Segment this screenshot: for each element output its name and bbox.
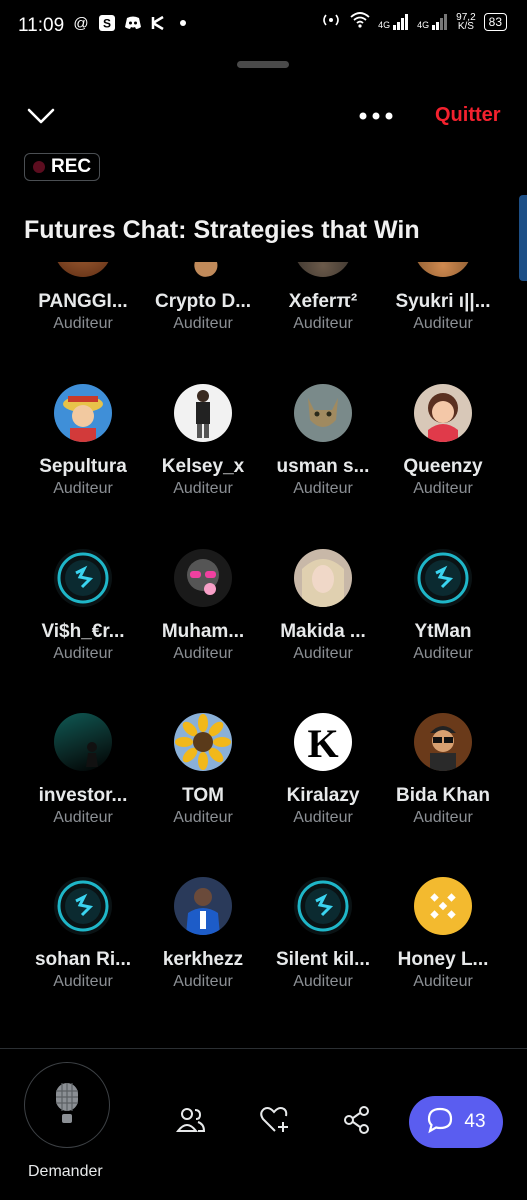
quit-button[interactable]: Quitter xyxy=(435,104,501,127)
participant-role: Auditeur xyxy=(53,973,113,990)
avatar xyxy=(294,262,352,277)
record-dot-icon xyxy=(33,161,45,173)
chat-count: 43 xyxy=(464,1111,486,1132)
participant-name: PANGGI... xyxy=(38,291,128,312)
drag-handle[interactable] xyxy=(237,61,289,68)
avatar xyxy=(414,877,472,935)
battery-indicator: 83 xyxy=(483,12,507,31)
participant-name: Makida ... xyxy=(280,621,366,642)
discord-icon xyxy=(124,14,142,32)
participant-role: Auditeur xyxy=(413,645,473,662)
avatar xyxy=(174,877,232,935)
avatar xyxy=(174,549,232,607)
status-time: 11:09 xyxy=(18,15,65,36)
participant-role: Auditeur xyxy=(173,973,233,990)
more-options-icon[interactable] xyxy=(358,108,396,124)
request-mic-button[interactable] xyxy=(24,1062,110,1148)
avatar xyxy=(294,384,352,442)
notification-dot-icon xyxy=(180,20,186,26)
participant-role: Auditeur xyxy=(293,480,353,497)
avatar xyxy=(54,384,112,442)
participant-name: YtMan xyxy=(414,621,472,642)
avatar xyxy=(54,713,112,771)
participant-name: TOM xyxy=(182,785,224,806)
participant-name: kerkhezz xyxy=(162,949,244,970)
signal-1-icon: 4G xyxy=(378,13,409,30)
participant-name: usman s... xyxy=(276,456,370,477)
wifi-icon xyxy=(350,12,370,31)
people-icon[interactable] xyxy=(175,1105,206,1135)
bottom-divider xyxy=(0,1048,527,1049)
svg-text:S: S xyxy=(103,17,111,31)
space-title: Futures Chat: Strategies that Win xyxy=(24,216,420,244)
participant-name: Bida Khan xyxy=(396,785,490,806)
participant-name: Xeferπ² xyxy=(288,291,358,312)
participant-name: investor... xyxy=(38,785,128,806)
participants-grid: PANGGI... Auditeur Crypto D... Auditeur … xyxy=(0,262,527,1044)
participant-role: Auditeur xyxy=(293,315,353,332)
participant-role: Auditeur xyxy=(53,315,113,332)
svg-text:K: K xyxy=(307,721,338,766)
participant-role: Auditeur xyxy=(53,480,113,497)
participant-name: Muham... xyxy=(161,621,245,642)
avatar xyxy=(414,384,472,442)
avatar xyxy=(54,549,112,607)
participant-role: Auditeur xyxy=(53,645,113,662)
avatar xyxy=(54,877,112,935)
chevron-down-icon[interactable] xyxy=(26,104,56,128)
heart-plus-icon[interactable] xyxy=(259,1105,289,1135)
recording-badge: REC xyxy=(24,153,101,181)
participant-name: Syukri ı||... xyxy=(395,291,491,312)
participant-role: Auditeur xyxy=(173,315,233,332)
space-screen: 11:09 @ S 4G 4G 97,2 K/S 83 Quitter REC … xyxy=(0,0,527,1200)
participant-name: Crypto D... xyxy=(154,291,252,312)
s-app-icon: S xyxy=(98,14,116,32)
avatar xyxy=(174,262,232,277)
avatar xyxy=(294,877,352,935)
participant-role: Auditeur xyxy=(293,645,353,662)
at-icon: @ xyxy=(73,14,89,32)
chat-bubble-icon xyxy=(426,1106,454,1139)
avatar: K xyxy=(294,713,352,771)
participant-name: Sepultura xyxy=(39,456,127,477)
rec-label: REC xyxy=(51,156,92,177)
participant-role: Auditeur xyxy=(173,645,233,662)
chat-button[interactable]: 43 xyxy=(409,1096,503,1148)
participant-name: sohan Ri... xyxy=(34,949,132,970)
status-right-icons: 4G 4G 97,2 K/S 83 xyxy=(320,12,507,31)
signal-2-icon: 4G xyxy=(417,13,448,30)
participant-name: Vi$h_€r... xyxy=(41,621,125,642)
avatar xyxy=(414,713,472,771)
participant-role: Auditeur xyxy=(173,480,233,497)
participant-role: Auditeur xyxy=(53,809,113,826)
avatar xyxy=(294,549,352,607)
avatar xyxy=(174,713,232,771)
avatar xyxy=(414,549,472,607)
participant-role: Auditeur xyxy=(413,315,473,332)
request-mic-label: Demander xyxy=(28,1163,103,1180)
network-speed: 97,2 K/S xyxy=(456,11,476,32)
participant-role: Auditeur xyxy=(293,973,353,990)
k-app-icon xyxy=(150,14,168,32)
participant-name: Honey L... xyxy=(397,949,489,970)
microphone-icon xyxy=(52,1081,82,1130)
participant-role: Auditeur xyxy=(413,480,473,497)
participant-name: Queenzy xyxy=(403,456,483,477)
participant-role: Auditeur xyxy=(293,809,353,826)
avatar xyxy=(54,262,112,277)
avatar xyxy=(174,384,232,442)
participant-role: Auditeur xyxy=(173,809,233,826)
share-icon[interactable] xyxy=(342,1105,372,1135)
hotspot-icon xyxy=(320,12,342,31)
participant-role: Auditeur xyxy=(413,973,473,990)
avatar xyxy=(414,262,472,277)
status-left-icons: @ S xyxy=(72,14,186,32)
status-bar: 11:09 @ S 4G 4G 97,2 K/S 83 xyxy=(0,0,527,54)
participant-role: Auditeur xyxy=(413,809,473,826)
participant-name: Kiralazy xyxy=(286,785,360,806)
participant-name: Silent kil... xyxy=(276,949,370,970)
participant-name: Kelsey_x xyxy=(161,456,245,477)
